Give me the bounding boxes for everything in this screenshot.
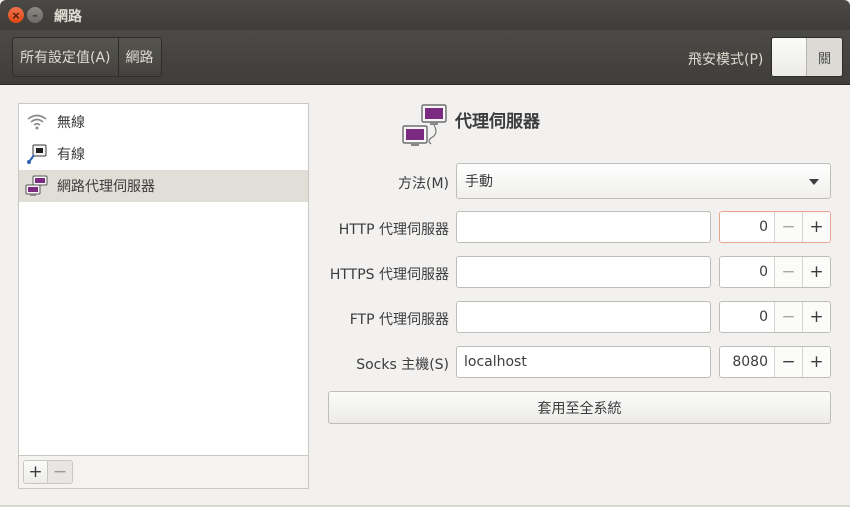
add-remove-group: + −: [23, 460, 73, 484]
increment-button[interactable]: +: [802, 212, 830, 242]
add-connection-button[interactable]: +: [24, 461, 48, 483]
method-selected-value: 手動: [465, 174, 493, 190]
https-proxy-label: HTTPS 代理伺服器: [329, 267, 449, 283]
socks-host-label: Socks 主機(S): [356, 357, 449, 373]
remove-connection-button[interactable]: −: [48, 461, 72, 483]
method-label: 方法(M): [397, 176, 449, 192]
increment-button[interactable]: +: [802, 257, 830, 287]
window-title: 網路: [54, 9, 82, 25]
decrement-button[interactable]: −: [774, 212, 802, 242]
increment-button[interactable]: +: [802, 302, 830, 332]
network-proxy-icon: [401, 104, 449, 150]
title-bar: × – 網路: [0, 0, 850, 30]
breadcrumb: 所有設定值(A) 網路: [12, 37, 162, 77]
wifi-icon: [25, 110, 49, 134]
decrement-button[interactable]: −: [774, 347, 802, 377]
minimize-window-button[interactable]: –: [27, 7, 43, 23]
http-proxy-label: HTTP 代理伺服器: [338, 222, 449, 238]
decrement-button[interactable]: −: [774, 257, 802, 287]
ftp-proxy-label: FTP 代理伺服器: [349, 312, 449, 328]
port-value[interactable]: 0: [720, 212, 774, 242]
switch-state-label: 關: [817, 51, 831, 67]
increment-button[interactable]: +: [802, 347, 830, 377]
chevron-down-icon: [809, 179, 819, 185]
page-title: 代理伺服器: [455, 112, 540, 132]
switch-knob[interactable]: [772, 38, 807, 76]
apply-system-wide-button[interactable]: 套用至全系統: [328, 391, 831, 424]
http-proxy-port-spinner[interactable]: 0 − +: [719, 211, 831, 243]
breadcrumb-all-settings[interactable]: 所有設定值(A): [13, 38, 118, 76]
sidebar-item-wireless[interactable]: 無線: [19, 106, 308, 138]
http-proxy-host-input[interactable]: [456, 211, 711, 243]
sidebar-item-network-proxy[interactable]: 網路代理伺服器: [19, 170, 308, 202]
network-device-list: 無線 有線 網路代理伺服器: [18, 103, 309, 455]
decrement-button[interactable]: −: [774, 302, 802, 332]
breadcrumb-network[interactable]: 網路: [117, 38, 161, 76]
socks-host-input[interactable]: localhost: [456, 346, 711, 378]
sidebar-item-label: 無線: [57, 115, 85, 131]
port-value[interactable]: 8080: [720, 347, 774, 377]
ftp-proxy-host-input[interactable]: [456, 301, 711, 333]
wired-network-icon: [25, 142, 49, 166]
header-toolbar: 所有設定值(A) 網路 飛安模式(P) 關: [0, 30, 850, 85]
airplane-mode-switch[interactable]: 關: [771, 37, 843, 77]
port-value[interactable]: 0: [720, 302, 774, 332]
network-proxy-icon: [25, 174, 49, 198]
https-proxy-host-input[interactable]: [456, 256, 711, 288]
socks-port-spinner[interactable]: 8080 − +: [719, 346, 831, 378]
ftp-proxy-port-spinner[interactable]: 0 − +: [719, 301, 831, 333]
sidebar-item-label: 網路代理伺服器: [57, 179, 155, 195]
port-value[interactable]: 0: [720, 257, 774, 287]
airplane-mode-label: 飛安模式(P): [688, 52, 764, 68]
method-dropdown[interactable]: 手動: [456, 163, 831, 199]
sidebar-toolbar: + −: [18, 455, 309, 489]
sidebar-item-label: 有線: [57, 147, 85, 163]
close-window-button[interactable]: ×: [8, 7, 24, 23]
sidebar-item-wired[interactable]: 有線: [19, 138, 308, 170]
https-proxy-port-spinner[interactable]: 0 − +: [719, 256, 831, 288]
